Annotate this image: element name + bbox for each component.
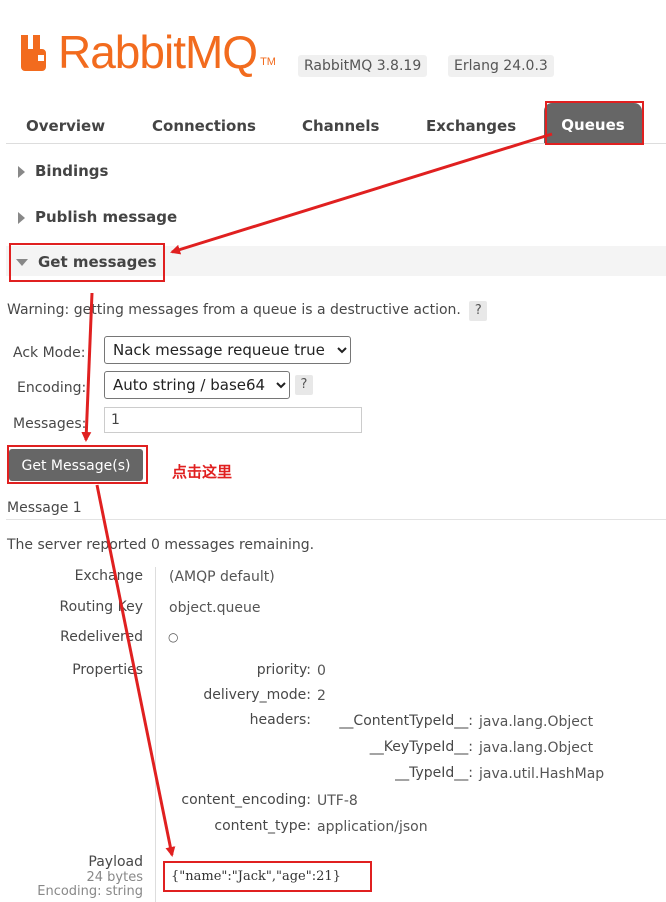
annotation-arrows [81, 132, 553, 857]
arrow-get-to-button [81, 292, 94, 442]
arrow-queues-to-get [170, 132, 553, 255]
arrow-button-to-payload [95, 484, 176, 857]
